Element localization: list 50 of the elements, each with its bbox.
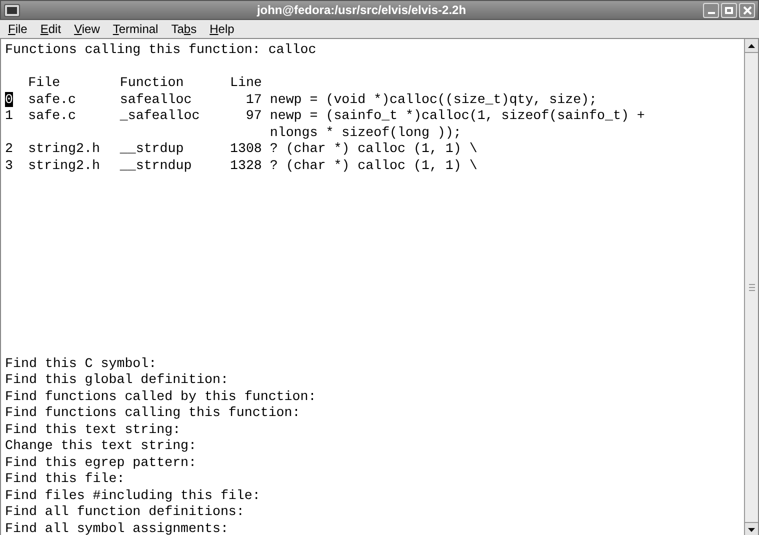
prompt-label: Find functions calling this function: — [5, 405, 300, 422]
line-cell: 97 — [246, 108, 262, 123]
scroll-up-icon[interactable] — [745, 39, 758, 53]
row-index[interactable]: 0 — [5, 92, 13, 106]
function-cell: __strdup — [120, 141, 184, 158]
code-line: newp = (void *)calloc((size_t)qty, size); — [270, 92, 598, 108]
menu-item[interactable]: Terminal — [112, 20, 158, 38]
line-cell: 1328 — [230, 158, 262, 172]
code-line: ? (char *) calloc (1, 1) \ — [270, 158, 478, 174]
file-cell: string2.h — [28, 141, 100, 158]
close-button[interactable] — [739, 2, 755, 18]
prompt-label: Find this egrep pattern: — [5, 454, 197, 471]
prompt-label: Find this global definition: — [5, 372, 228, 388]
code-line: newp = (sainfo_t *)calloc(1, sizeof(sainfo_t) + — [270, 108, 645, 124]
file-cell-text: safe.c — [28, 108, 76, 125]
close-icon — [742, 6, 752, 14]
menu-item[interactable]: File — [8, 20, 28, 38]
prompt-label: Find all function definitions: — [5, 504, 244, 520]
code-line: ? (char *) calloc (1, 1) \ — [270, 141, 478, 158]
function-cell: __strndup — [120, 158, 192, 174]
row-index[interactable]: 3 — [5, 158, 13, 172]
minimize-button[interactable] — [703, 2, 719, 18]
prompt-label: Find files #including this file: — [5, 488, 260, 504]
menu-item[interactable]: Tabs — [171, 20, 197, 38]
column-header: Line — [230, 75, 263, 92]
terminal-icon[interactable] — [4, 4, 20, 16]
row-index[interactable]: 1 — [5, 108, 13, 123]
menu-item[interactable]: Edit — [40, 20, 62, 38]
prompt-label: Find this C symbol: — [5, 356, 157, 372]
menu-item[interactable]: View — [74, 20, 100, 38]
function-cell-text: _safealloc — [120, 108, 200, 125]
code-line: nlongs * sizeof(long )); — [270, 124, 462, 141]
function-cell: safealloc — [120, 92, 192, 108]
prompt-label: Find this file: — [5, 471, 125, 488]
prompt-label: Find this text string: — [5, 422, 181, 438]
prompt-label: Find functions called by this function: — [5, 388, 316, 405]
scroll-down-icon[interactable] — [745, 523, 758, 535]
menu-item[interactable]: Help — [210, 20, 234, 38]
file-cell: string2.h — [28, 158, 100, 174]
line-cell: 1308 — [230, 141, 262, 156]
window-title: john@fedora:/usr/src/elvis/elvis-2.2h — [256, 2, 466, 19]
prompt-label: Find all symbol assignments: — [5, 520, 228, 535]
column-header: Function — [120, 75, 185, 92]
maximize-button[interactable] — [721, 2, 737, 18]
file-cell: safe.c — [28, 92, 76, 108]
prompt-label: Change this text string: — [5, 438, 197, 454]
result-heading: Functions calling this function: calloc — [5, 42, 316, 58]
row-index[interactable]: 2 — [5, 141, 13, 156]
column-header: File — [28, 75, 62, 92]
line-cell: 17 — [246, 92, 262, 106]
